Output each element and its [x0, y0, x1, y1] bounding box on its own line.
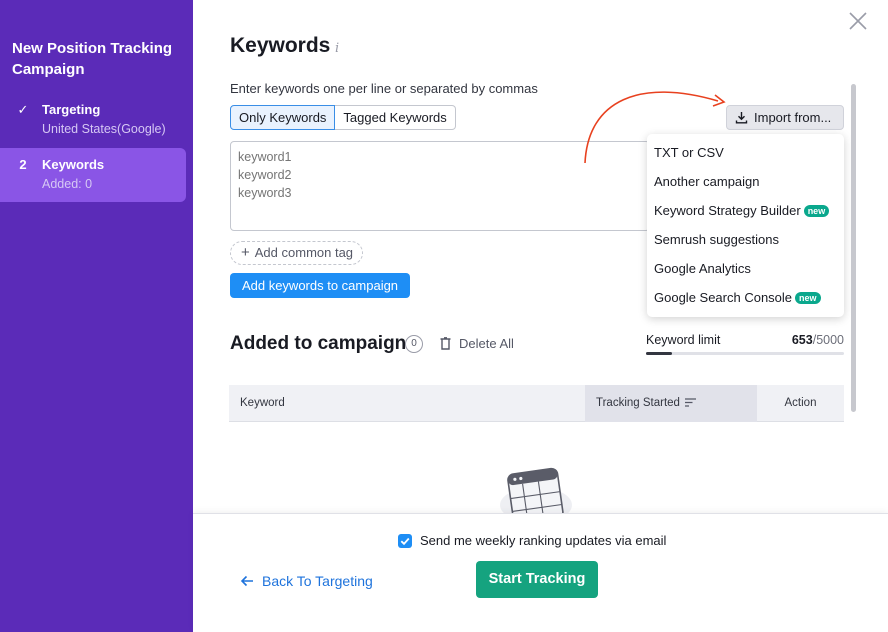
check-icon: ✓	[17, 102, 29, 117]
delete-all-label: Delete All	[459, 336, 514, 351]
step-summary: Added: 0	[42, 177, 93, 191]
step-label: Targeting	[42, 102, 101, 117]
menu-item-label: Google Analytics	[654, 261, 751, 276]
menu-item-txt-csv[interactable]: TXT or CSV	[654, 143, 724, 163]
column-keyword[interactable]: Keyword	[240, 385, 285, 422]
content-scrollbar[interactable]	[851, 84, 856, 412]
menu-item-google-search-console[interactable]: Google Search Console new	[654, 288, 821, 308]
keyword-limit-value: 653/5000	[760, 333, 844, 347]
menu-item-label: Semrush suggestions	[654, 232, 780, 247]
weekly-updates-checkbox[interactable]	[398, 534, 412, 548]
import-menu: TXT or CSV Another campaign Keyword Stra…	[647, 134, 844, 317]
wizard-title: New Position Tracking Campaign	[12, 40, 173, 78]
download-icon	[735, 112, 748, 124]
column-action: Action	[784, 397, 817, 409]
keyword-limit-label: Keyword limit	[646, 333, 721, 347]
menu-item-keyword-strategy-builder[interactable]: Keyword Strategy Builder new	[654, 201, 830, 221]
column-label: Tracking Started	[596, 397, 680, 409]
back-to-targeting-button[interactable]: Back To Targeting	[240, 571, 373, 591]
step-targeting[interactable]: ✓ Targeting United States(Google)	[0, 102, 193, 146]
menu-item-label: Google Search Console	[654, 290, 793, 305]
new-badge: new	[803, 205, 830, 217]
added-count-badge: 0	[405, 335, 423, 353]
step-summary: United States(Google)	[42, 122, 166, 136]
step-keywords[interactable]: 2 Keywords Added: 0	[0, 148, 193, 202]
keywords-hint: Enter keywords one per line or separated…	[230, 81, 538, 96]
import-label: Import from...	[754, 110, 832, 125]
info-icon[interactable]: i	[335, 41, 339, 56]
menu-item-google-analytics[interactable]: Google Analytics	[654, 259, 751, 279]
keywords-table-header: Keyword Tracking Started Action	[229, 385, 844, 422]
keyword-limit-used: 653	[791, 333, 813, 347]
menu-item-label: Another campaign	[654, 174, 760, 189]
step-label: Keywords	[42, 157, 105, 172]
close-icon	[849, 12, 867, 30]
wizard-sidebar: New Position Tracking Campaign ✓ Targeti…	[0, 0, 193, 632]
arrow-left-icon	[240, 575, 253, 587]
menu-item-label: Keyword Strategy Builder	[654, 203, 801, 218]
sort-icon	[684, 398, 696, 407]
wizard-footer: Send me weekly ranking updates via email…	[193, 513, 888, 632]
weekly-updates-option[interactable]: Send me weekly ranking updates via email	[398, 533, 666, 549]
start-tracking-button[interactable]: Start Tracking	[476, 561, 598, 598]
menu-item-another-campaign[interactable]: Another campaign	[654, 172, 760, 192]
checkmark-icon	[400, 537, 410, 546]
add-tag-label: Add common tag	[254, 245, 354, 260]
menu-item-semrush-suggestions[interactable]: Semrush suggestions	[654, 230, 779, 250]
column-tracking-started[interactable]: Tracking Started	[585, 385, 757, 422]
step-number: 2	[19, 157, 27, 172]
keyword-mode-toggle: Only Keywords Tagged Keywords	[230, 105, 456, 130]
trash-icon	[440, 337, 451, 350]
keyword-limit-fill	[646, 352, 672, 355]
add-common-tag-button[interactable]: + Add common tag	[230, 241, 364, 265]
keyword-limit-bar	[646, 352, 844, 355]
weekly-updates-label: Send me weekly ranking updates via email	[420, 533, 667, 548]
added-section-title: Added to campaign	[230, 333, 407, 354]
back-label: Back To Targeting	[262, 573, 373, 589]
only-keywords-tab[interactable]: Only Keywords	[230, 105, 336, 130]
tagged-keywords-tab[interactable]: Tagged Keywords	[335, 105, 456, 130]
keyword-limit-total: /5000	[812, 333, 844, 347]
delete-all-button[interactable]: Delete All	[440, 336, 514, 352]
menu-item-label: TXT or CSV	[654, 145, 724, 160]
add-keywords-button[interactable]: Add keywords to campaign	[230, 273, 410, 298]
keywords-input[interactable]	[230, 141, 650, 231]
close-button[interactable]	[847, 10, 869, 32]
plus-icon: +	[241, 244, 250, 261]
page-title: Keywords	[230, 34, 331, 57]
import-from-button[interactable]: Import from...	[726, 105, 844, 130]
empty-state-illustration	[500, 467, 572, 515]
new-badge: new	[795, 292, 821, 304]
